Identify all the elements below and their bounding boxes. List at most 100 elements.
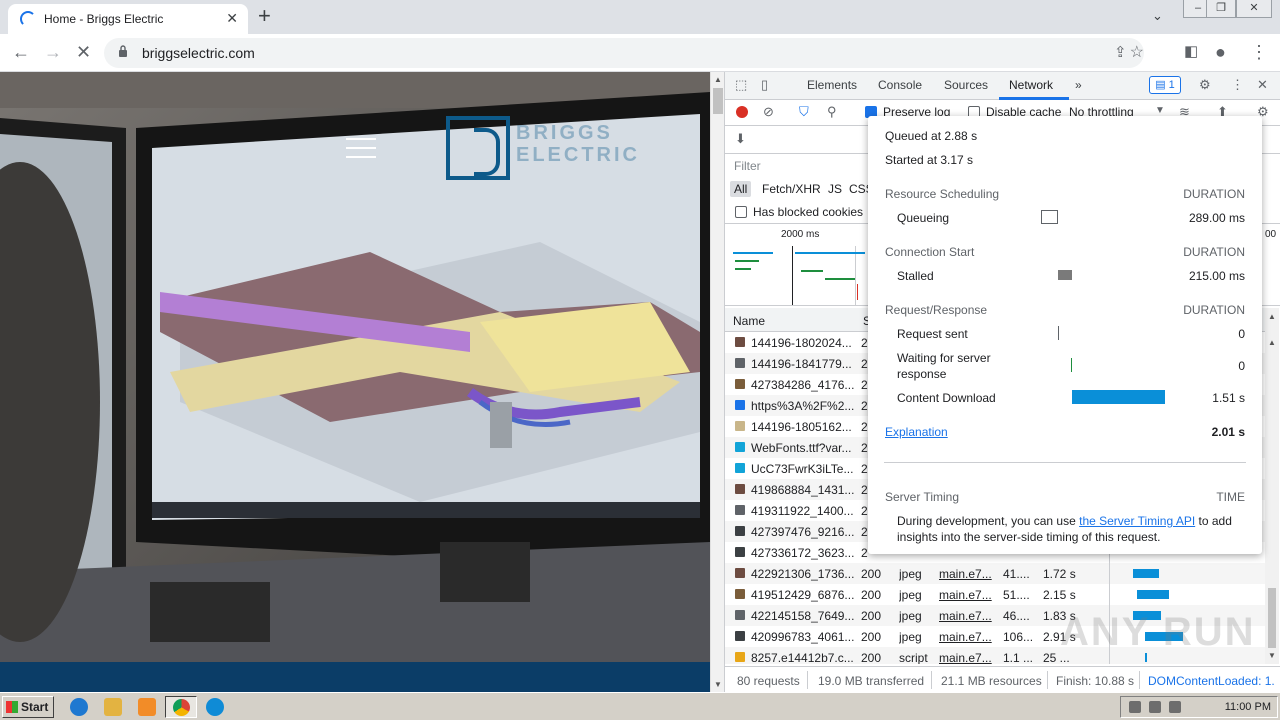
type-filter-all[interactable]: All xyxy=(730,181,752,197)
blocked-cookies-label[interactable]: Has blocked cookies xyxy=(753,205,863,219)
bookmark-star-icon[interactable]: ☆ xyxy=(1130,42,1144,62)
logo-line-2: ELECTRIC xyxy=(516,144,640,166)
forward-arrow-icon[interactable]: → xyxy=(44,42,62,62)
profile-avatar-icon[interactable]: ● xyxy=(1215,42,1226,62)
overview-bar xyxy=(733,252,773,254)
close-devtools-icon[interactable]: ✕ xyxy=(1257,77,1268,93)
more-tabs-chevron-icon[interactable]: » xyxy=(1075,78,1082,92)
request-table-scrollbar[interactable]: ▲ ▲ ▼ xyxy=(1265,308,1279,664)
address-bar[interactable]: briggselectric.com ⇪ ☆ xyxy=(104,38,1144,68)
file-type-icon xyxy=(735,526,745,536)
server-timing-text: During development, you can use the Serv… xyxy=(897,514,1232,528)
cell-initiator[interactable]: main.e7... xyxy=(939,630,999,644)
briggs-logo[interactable]: BRIGGS ELECTRIC xyxy=(446,116,666,182)
scroll-thumb[interactable] xyxy=(713,88,723,114)
tab-close-icon[interactable]: ✕ xyxy=(226,10,238,27)
tray-volume-icon[interactable] xyxy=(1149,701,1161,713)
tab-network[interactable]: Network xyxy=(1009,78,1053,92)
device-toolbar-icon[interactable]: ▯ xyxy=(761,77,768,93)
file-explorer-icon[interactable] xyxy=(104,698,122,716)
cell-type: jpeg xyxy=(899,588,922,602)
settings-gear-icon[interactable]: ⚙ xyxy=(1199,77,1211,93)
cell-name: https%3A%2F%2... xyxy=(751,399,855,413)
cell-initiator[interactable]: main.e7... xyxy=(939,651,999,664)
cell-size: 51.... xyxy=(1003,588,1030,602)
table-scroll-up-icon[interactable]: ▲ xyxy=(1268,312,1276,321)
filter-funnel-icon[interactable]: ⛉ xyxy=(799,104,809,120)
waiting-label-line1: Waiting for server xyxy=(897,351,991,365)
table-scroll-up-icon-2[interactable]: ▲ xyxy=(1268,338,1276,347)
overview-bar xyxy=(735,268,751,270)
overview-tick-label: 2000 ms xyxy=(781,229,820,240)
stalled-value: 215.00 ms xyxy=(1188,269,1245,283)
start-button[interactable]: Start xyxy=(2,696,54,718)
stalled-bar xyxy=(1058,270,1072,280)
file-type-icon xyxy=(735,505,745,515)
cell-initiator[interactable]: main.e7... xyxy=(939,567,999,581)
table-row[interactable]: 422921306_1736... 200 jpeg main.e7... 41....… xyxy=(725,563,1265,584)
menu-hamburger-icon[interactable] xyxy=(346,138,376,160)
media-player-icon[interactable] xyxy=(138,698,156,716)
export-har-icon[interactable]: ⬇ xyxy=(735,131,746,147)
windows-taskbar: Start 11:00 PM xyxy=(0,692,1280,720)
scroll-up-arrow-icon[interactable]: ▲ xyxy=(714,75,722,84)
tab-search-chevron-icon[interactable]: ⌄ xyxy=(1152,8,1163,24)
window-close-button[interactable]: ✕ xyxy=(1236,0,1272,18)
internet-explorer-icon[interactable] xyxy=(70,698,88,716)
back-arrow-icon[interactable]: ← xyxy=(12,42,30,62)
server-timing-api-link[interactable]: the Server Timing API xyxy=(1079,514,1195,528)
inspect-element-icon[interactable]: ⬚ xyxy=(735,77,747,93)
new-tab-button[interactable]: + xyxy=(258,3,271,29)
edge-icon[interactable] xyxy=(206,698,224,716)
explanation-link[interactable]: Explanation xyxy=(885,425,948,439)
cell-type: jpeg xyxy=(899,609,922,623)
windows-flag-icon xyxy=(6,701,18,713)
table-row[interactable]: 419512429_6876... 200 jpeg main.e7... 51....… xyxy=(725,584,1265,605)
anyrun-watermark: ANY RUN xyxy=(1060,610,1256,654)
scroll-down-arrow-icon[interactable]: ▼ xyxy=(714,680,722,689)
tab-console[interactable]: Console xyxy=(878,78,922,92)
share-icon[interactable]: ⇪ xyxy=(1114,43,1127,61)
maximize-button[interactable]: ❐ xyxy=(1206,0,1236,18)
url-text[interactable]: briggselectric.com xyxy=(142,45,255,61)
tab-sources[interactable]: Sources xyxy=(944,78,988,92)
type-filter-fetch-xhr[interactable]: Fetch/XHR xyxy=(758,181,825,197)
system-tray: 11:00 PM xyxy=(1120,696,1278,718)
record-icon[interactable] xyxy=(736,106,748,118)
search-icon[interactable]: ⚲ xyxy=(827,104,837,120)
duration-label: DURATION xyxy=(1183,303,1245,317)
page-footer-band xyxy=(0,662,710,692)
table-scroll-down-icon[interactable]: ▼ xyxy=(1268,651,1276,660)
cell-initiator[interactable]: main.e7... xyxy=(939,609,999,623)
browser-tab[interactable]: Home - Briggs Electric ✕ xyxy=(8,4,248,34)
filter-input[interactable]: Filter xyxy=(734,159,761,173)
type-filter-js[interactable]: JS xyxy=(824,181,846,197)
side-panel-icon[interactable]: ◧ xyxy=(1184,42,1198,62)
file-type-icon xyxy=(735,337,745,347)
cell-type: script xyxy=(899,651,928,664)
tray-flag-icon[interactable] xyxy=(1169,701,1181,713)
page-viewport: BRIGGS ELECTRIC xyxy=(0,72,710,692)
menu-kebab-icon[interactable]: ⋮ xyxy=(1250,42,1268,62)
tray-network-icon[interactable] xyxy=(1129,701,1141,713)
file-type-icon xyxy=(735,463,745,473)
cell-initiator[interactable]: main.e7... xyxy=(939,588,999,602)
lock-icon[interactable] xyxy=(118,45,128,57)
throttling-chevron-icon[interactable]: ▼ xyxy=(1155,105,1165,116)
request-sent-bar xyxy=(1058,326,1059,340)
cell-type: jpeg xyxy=(899,630,922,644)
stop-loading-icon[interactable]: ✕ xyxy=(76,42,91,62)
column-name-header[interactable]: Name xyxy=(733,314,765,328)
clear-icon[interactable]: ⊘ xyxy=(763,104,774,120)
issues-badge[interactable]: ▤ 1 xyxy=(1149,76,1181,94)
duration-label: DURATION xyxy=(1183,245,1245,259)
devtools-menu-icon[interactable]: ⋮ xyxy=(1231,77,1244,93)
cell-name: 422921306_1736... xyxy=(751,567,855,581)
taskbar-chrome-button[interactable] xyxy=(165,696,197,718)
blocked-cookies-checkbox[interactable] xyxy=(735,206,747,218)
table-scroll-thumb[interactable] xyxy=(1268,588,1276,648)
file-type-icon xyxy=(735,652,745,662)
page-scrollbar[interactable]: ▲ ▼ xyxy=(710,72,724,692)
tab-elements[interactable]: Elements xyxy=(807,78,857,92)
cell-time: 2.15 s xyxy=(1043,588,1076,602)
